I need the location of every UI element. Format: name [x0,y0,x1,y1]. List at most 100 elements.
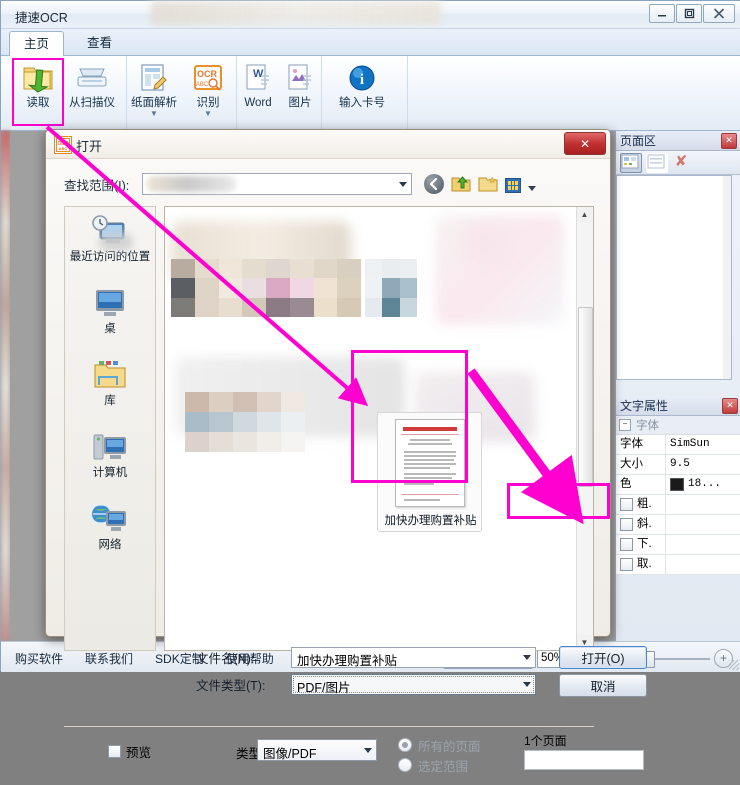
text-panel-title: 文字属性 [620,399,669,413]
look-in-label: 查找范围(I): [64,178,130,193]
font-group-expander-icon[interactable]: − [619,419,631,431]
underline-value [666,535,740,554]
redacted-pixel-block-2 [365,259,417,317]
page-analysis-caret-icon[interactable]: ▼ [150,110,158,118]
bold-value [666,495,740,514]
close-button[interactable] [703,4,735,23]
property-row-size[interactable]: 大小 9.5 [616,455,740,475]
place-network[interactable]: 网络 [65,495,155,567]
cancel-button[interactable]: 取消 [559,674,647,697]
filename-chevron-down-icon[interactable] [523,655,531,660]
property-row-underline[interactable]: 下. [616,535,740,555]
scrollbar-thumb[interactable] [578,307,593,487]
property-row-font[interactable]: 字体 SimSun [616,435,740,455]
italic-key-cell[interactable]: 斜. [616,515,666,534]
page-list-scrollbar[interactable] [723,176,731,379]
underline-checkbox[interactable] [620,538,633,551]
place-computer[interactable]: 计算机 [65,423,155,495]
size-key-label: 大小 [616,455,666,474]
text-panel-close-icon[interactable]: ✕ [722,397,738,414]
scanner-icon [75,61,109,95]
network-icon [88,503,130,537]
text-panel-header: 文字属性 ✕ [616,396,740,416]
page-panel-close-icon[interactable]: ✕ [721,132,737,149]
list-view-button[interactable] [646,152,668,173]
save-picture-button[interactable]: 图片 [279,58,321,120]
filetype-chevron-down-icon[interactable] [523,682,531,687]
save-word-button[interactable]: W Word [237,58,279,120]
type-chevron-down-icon[interactable] [364,748,372,753]
color-value-cell[interactable]: 18... [666,475,740,494]
views-chevron-down-icon[interactable] [528,185,536,191]
look-in-combobox[interactable] [142,173,412,195]
radio-range-row[interactable]: 选定范围 [398,755,481,775]
property-row-bold[interactable]: 粗. [616,495,740,515]
tab-home[interactable]: 主页 [9,31,65,57]
preview-checkbox-row[interactable]: 预览 [108,742,151,761]
property-row-italic[interactable]: 斜. [616,515,740,535]
ribbon-group-account: i 输入卡号 [322,56,408,130]
from-scanner-label: 从扫描仪 [69,97,115,109]
bold-label: 粗. [637,498,652,510]
svg-text:i: i [360,72,364,88]
thumbnail-view-button[interactable] [620,152,642,173]
look-in-chevron-down-icon[interactable] [399,182,407,187]
font-group-header[interactable]: − 字体 [616,416,740,435]
underline-key-cell[interactable]: 下. [616,535,666,554]
radio-all-pages[interactable] [398,738,412,752]
bold-key-cell[interactable]: 粗. [616,495,666,514]
place-desktop[interactable]: 桌 [65,233,155,351]
color-key-label: 色 [616,475,666,494]
tab-view[interactable]: 查看 [73,31,126,56]
italic-value [666,515,740,534]
strikethrough-checkbox[interactable] [620,558,633,571]
open-button[interactable]: 打开(O) [559,646,647,669]
italic-checkbox[interactable] [620,518,633,531]
resize-grip[interactable] [729,660,739,670]
scroll-up-arrow-icon[interactable]: ▲ [577,207,592,222]
type-combobox[interactable]: 图像/PDF [257,739,377,761]
minimize-button[interactable] [649,4,675,23]
filetype-combobox[interactable]: PDF/图片 [291,674,536,695]
type-value: 图像/PDF [263,747,317,761]
back-button[interactable] [424,174,444,194]
enter-card-number-button[interactable]: i 输入卡号 [326,58,398,120]
file-list-scrollbar[interactable]: ▲ ▼ [576,207,593,650]
place-library[interactable]: 库 [65,351,155,423]
font-value[interactable]: SimSun [666,435,740,454]
strikethrough-key-cell[interactable]: 取. [616,555,666,574]
pages-range-input[interactable] [524,750,644,770]
page-analysis-button[interactable]: 纸面解析 ▼ [127,58,181,120]
strikethrough-label: 取. [637,558,652,570]
preview-checkbox[interactable] [108,745,121,758]
page-thumbnail-list[interactable] [616,175,732,380]
link-buy-software[interactable]: 购买软件 [15,650,63,667]
up-folder-button[interactable] [451,174,471,194]
place-computer-label: 计算机 [92,467,128,479]
size-value[interactable]: 9.5 [666,455,740,474]
delete-page-button[interactable]: ✘ [672,153,690,172]
filename-input[interactable]: 加快办理购置补贴 [291,647,536,668]
recognize-caret-icon[interactable]: ▼ [204,110,212,118]
dialog-close-button[interactable]: ✕ [564,132,606,155]
font-group-label: 字体 [636,420,659,432]
property-row-strikethrough[interactable]: 取. [616,555,740,575]
enter-card-number-label: 输入卡号 [339,97,385,109]
ribbon-group-recognize: 纸面解析 ▼ OCR ABC 识别 ▼ [127,56,237,130]
from-scanner-button[interactable]: 从扫描仪 [65,58,119,120]
places-bar: 最近访问的位置 桌 库 计算机 网络 [64,206,156,651]
radio-selected-range[interactable] [398,758,412,772]
read-button-highlight [12,58,64,126]
link-contact-us[interactable]: 联系我们 [85,650,133,667]
dialog-body: 查找范围(I): 最近访问的位置 桌 库 计算机 网络 加快办理购置补贴 ▲ ▼… [46,158,647,774]
svg-text:ABC: ABC [196,82,209,88]
right-dock: 页面区 ✕ ✘ 文字属性 ✕ − 字体 字体 SimSun 大小 9.5 色 1… [615,131,740,641]
recognize-button[interactable]: OCR ABC 识别 ▼ [181,58,235,120]
property-row-color[interactable]: 色 18... [616,475,740,495]
bold-checkbox[interactable] [620,498,633,511]
new-folder-button[interactable] [478,174,498,194]
maximize-restore-button[interactable] [676,4,702,23]
views-button[interactable] [505,177,521,193]
radio-all-pages-row[interactable]: 所有的页面 [398,735,481,755]
place-network-label: 网络 [98,539,122,551]
